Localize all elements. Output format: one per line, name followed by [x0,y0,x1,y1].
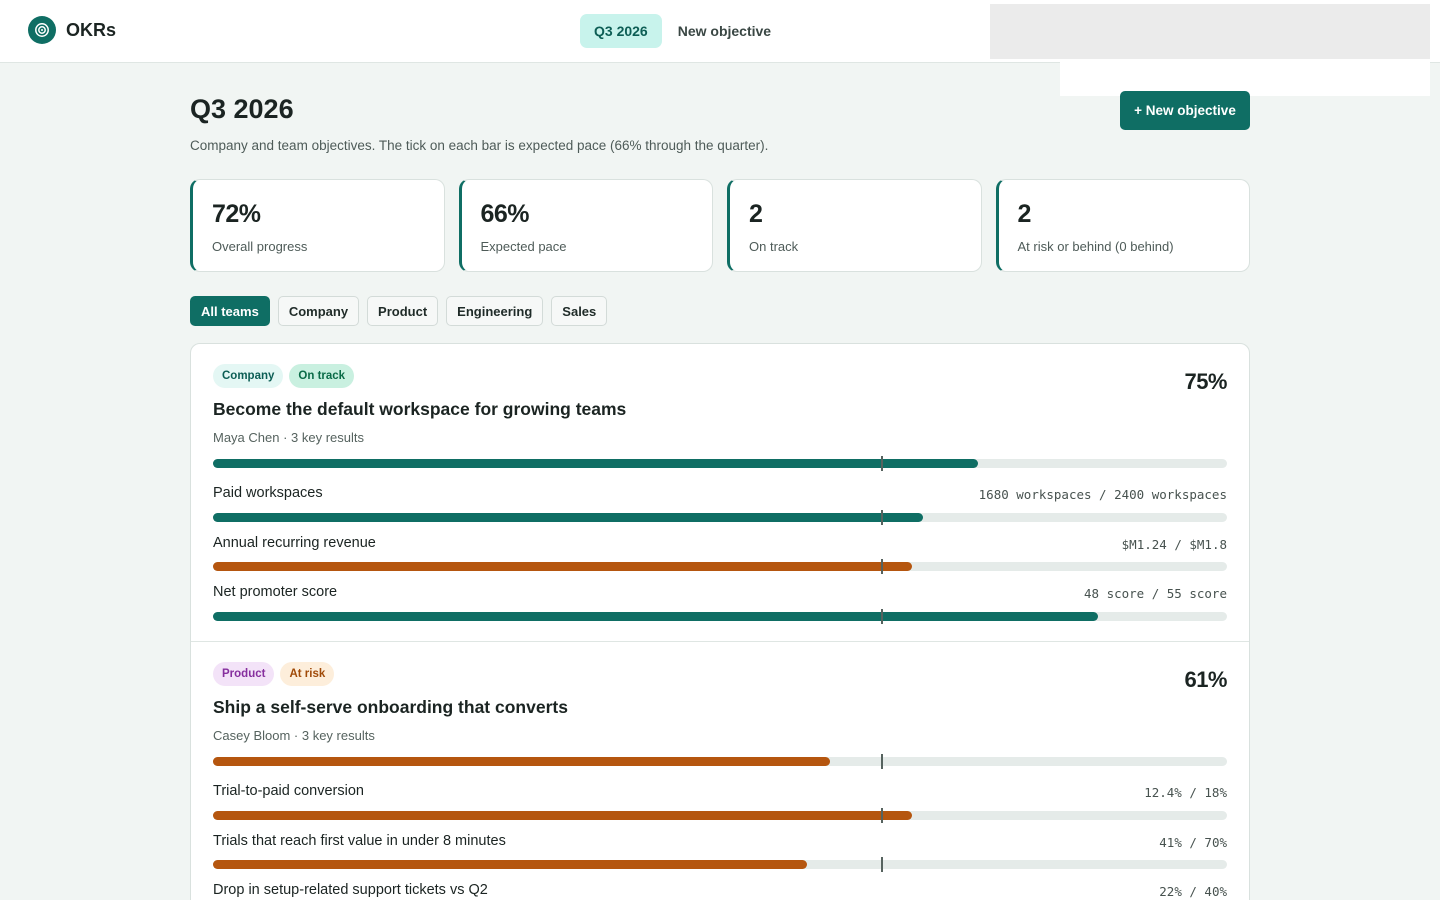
progress-fill [213,562,912,571]
filter-sales[interactable]: Sales [551,296,608,326]
page-title: Q3 2026 [190,94,294,124]
key-result-name: Trial-to-paid conversion [213,783,364,799]
team-badge: Company [213,364,284,388]
pace-tick [881,456,884,471]
objective-percent: 61% [1184,667,1227,692]
progress-fill [213,811,912,820]
progress-fill [213,612,1099,621]
stat-label: At risk or behind (0 behind) [1017,239,1174,254]
key-result-progress-bar [213,857,1227,872]
nav-item-new-objective[interactable]: New objective [664,14,785,48]
key-result-progress-bar [213,808,1227,823]
key-result-value: 41% / 70% [1159,835,1227,850]
key-result-value: 12.4% / 18% [1144,785,1227,800]
app-name: OKRs [66,19,117,40]
target-icon [28,16,56,44]
team-filter: All teams Company Product Engineering Sa… [190,296,608,326]
status-badge: At risk [280,662,335,686]
stat-label: Expected pace [480,239,567,254]
key-result-name: Trials that reach first value in under 8… [213,833,506,849]
objectives-list: Company On track 75% Become the default … [190,343,1250,900]
progress-fill [213,513,923,522]
pace-tick [881,808,884,823]
filter-all-teams[interactable]: All teams [190,296,270,326]
key-result-value: 48 score / 55 score [1084,586,1227,601]
team-badge: Product [213,662,275,686]
pace-tick [881,754,884,769]
stat-label: Overall progress [212,239,308,254]
objective-meta: Casey Bloom · 3 key results [213,728,375,743]
pace-tick [881,609,884,624]
objective-progress-bar [213,456,1227,471]
badge-row: Company On track [213,364,355,388]
stat-card-overall-progress: 72% Overall progress [190,179,445,272]
objective-title[interactable]: Ship a self-serve onboarding that conver… [213,697,568,718]
stat-label: On track [749,239,799,254]
pace-tick [881,510,884,525]
stat-value: 2 [749,200,763,228]
key-result-name: Annual recurring revenue [213,535,376,551]
key-result-progress-bar [213,510,1227,525]
key-result-value: 22% / 40% [1159,884,1227,899]
key-result-name: Paid workspaces [213,485,323,501]
objective-card[interactable]: Company On track 75% Become the default … [191,344,1249,642]
key-result-name: Net promoter score [213,584,338,600]
filter-company[interactable]: Company [277,296,360,326]
status-badge: On track [289,364,355,388]
key-result-name: Drop in setup-related support tickets vs… [213,882,488,898]
objective-card[interactable]: Product At risk 61% Ship a self-serve on… [191,642,1249,900]
header-overlay-panel [990,4,1430,59]
stat-card-expected-pace: 66% Expected pace [458,179,713,272]
objective-meta: Maya Chen · 3 key results [213,430,365,445]
key-result-value: $M1.24 / $M1.8 [1121,537,1227,552]
objective-title[interactable]: Become the default workspace for growing… [213,399,626,420]
objective-percent: 75% [1184,369,1227,394]
key-result-progress-bar [213,559,1227,574]
summary-stats: 72% Overall progress 66% Expected pace 2… [190,179,1250,272]
filter-product[interactable]: Product [367,296,439,326]
pace-tick [881,559,884,574]
stat-card-at-risk: 2 At risk or behind (0 behind) [995,179,1250,272]
nav-item-q3-2026[interactable]: Q3 2026 [580,14,662,48]
pace-tick [881,857,884,872]
stat-value: 66% [480,200,530,228]
brand[interactable]: OKRs [28,16,116,44]
page-subtitle: Company and team objectives. The tick on… [190,138,769,153]
progress-fill [213,757,830,766]
stat-card-on-track: 2 On track [727,179,982,272]
progress-fill [213,459,978,468]
badge-row: Product At risk [213,662,335,686]
key-result-value: 1680 workspaces / 2400 workspaces [978,487,1227,502]
stat-value: 2 [1017,200,1032,228]
progress-fill [213,860,808,869]
objective-progress-bar [213,754,1227,769]
main-nav: Q3 2026 New objective [580,14,785,48]
filter-engineering[interactable]: Engineering [446,296,544,326]
new-objective-button[interactable]: + New objective [1120,91,1250,130]
key-result-progress-bar [213,609,1227,624]
stat-value: 72% [212,200,261,228]
